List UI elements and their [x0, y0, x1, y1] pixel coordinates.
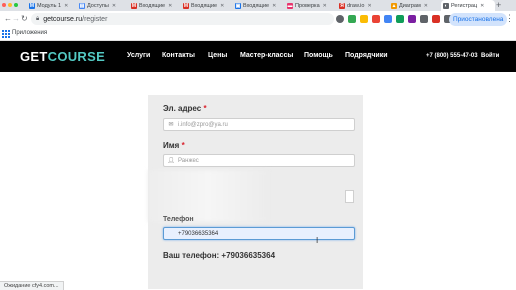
tab-label: Модуль 1	[37, 2, 62, 9]
logo-get: GET	[20, 49, 48, 64]
nav-masterclasses[interactable]: Мастер-классы	[240, 52, 293, 59]
tab-favicon-icon: M	[29, 2, 35, 9]
new-tab-icon[interactable]: +	[496, 0, 501, 11]
envelope-icon: ✉	[168, 122, 174, 128]
back-icon[interactable]: ←	[4, 14, 12, 24]
maximize-window-icon[interactable]	[14, 3, 18, 7]
tab-close-icon[interactable]: ✕	[112, 3, 116, 9]
logo-course: COURSE	[47, 49, 106, 64]
tab-label: Входящие	[139, 2, 166, 9]
tab-inbox-2[interactable]: M Входящие ✕	[183, 0, 233, 11]
profile-button[interactable]: Приостановлена	[449, 13, 508, 26]
getcourse-icon: ◐	[443, 2, 449, 9]
close-window-icon[interactable]	[2, 3, 6, 7]
required-mark: *	[181, 141, 185, 150]
name-label: Имя *	[163, 141, 185, 150]
extension-icon[interactable]	[348, 15, 356, 23]
drawio-icon: ▲	[391, 2, 397, 9]
tab-inbox-3[interactable]: ▣ Входящие ✕	[235, 0, 285, 11]
tab-module[interactable]: M Модуль 1 ✕	[29, 0, 76, 11]
extension-icon[interactable]	[372, 15, 380, 23]
blurred-region	[148, 170, 268, 222]
kebab-menu-icon[interactable]: ⋮	[505, 13, 514, 24]
gmail-icon: M	[183, 2, 189, 9]
obscured-field[interactable]	[345, 190, 354, 203]
tab-favicon-icon: ▤	[79, 2, 85, 9]
mail-icon: ▣	[235, 2, 241, 9]
tab-close-icon[interactable]: ✕	[424, 3, 428, 9]
tab-strip: M Модуль 1 ✕ ▤ Доступы ✕ M Входящие ✕ M …	[0, 0, 516, 11]
tab-drawio[interactable]: Я draw.io ✕	[339, 0, 389, 11]
tab-label: Входящие	[243, 2, 270, 9]
name-field[interactable]: 👤︎ Ранжес	[163, 154, 355, 167]
extension-icon[interactable]	[408, 15, 416, 23]
tab-close-icon[interactable]: ✕	[367, 3, 371, 9]
lock-icon: 🔒︎	[36, 15, 40, 22]
bookmarks-bar: Приложения	[0, 28, 516, 41]
nav-contractors[interactable]: Подрядчики	[345, 52, 388, 59]
site-header: GETCOURSE Услуги Контакты Цены Мастер-кл…	[0, 41, 516, 72]
tab-favicon-icon: ▬	[287, 2, 293, 9]
tab-close-icon[interactable]: ✕	[64, 3, 68, 9]
browser-toolbar: ← → ↻ 🔒︎ getcourse.ru/register Приостано…	[0, 11, 516, 28]
tab-label: Диаграм	[399, 2, 421, 9]
tab-label: draw.io	[347, 2, 365, 9]
tab-close-icon[interactable]: ✕	[480, 3, 484, 9]
tab-label: Входящие	[191, 2, 218, 9]
tab-label: Проверка	[295, 2, 320, 9]
gmail-icon: M	[131, 2, 137, 9]
extension-icon[interactable]	[396, 15, 404, 23]
required-mark: *	[203, 104, 207, 113]
email-placeholder: i.info@zpro@ya.ru	[178, 121, 228, 128]
tab-label: Доступы	[87, 2, 109, 9]
tab-check[interactable]: ▬ Проверка ✕	[287, 0, 337, 11]
login-link[interactable]: Войти	[481, 53, 499, 59]
text-cursor-icon: I	[316, 236, 319, 245]
name-placeholder: Ранжес	[178, 157, 199, 164]
minimize-window-icon[interactable]	[8, 3, 12, 7]
tab-close-icon[interactable]: ✕	[168, 3, 172, 9]
nav-services[interactable]: Услуги	[127, 52, 150, 59]
name-label-text: Имя	[163, 141, 180, 150]
url-path: /register	[82, 15, 108, 23]
star-icon[interactable]	[336, 15, 344, 23]
tab-access[interactable]: ▤ Доступы ✕	[79, 0, 127, 11]
tab-close-icon[interactable]: ✕	[272, 3, 276, 9]
extension-icon[interactable]	[360, 15, 368, 23]
phone-label: Телефон	[163, 216, 194, 223]
extensions	[336, 15, 464, 23]
email-field[interactable]: ✉ i.info@zpro@ya.ru	[163, 118, 355, 131]
extension-icon[interactable]	[432, 15, 440, 23]
puzzle-icon[interactable]	[420, 15, 428, 23]
tab-register[interactable]: ◐ Регистрац ✕	[441, 0, 495, 11]
tab-close-icon[interactable]: ✕	[220, 3, 224, 9]
window-controls[interactable]	[2, 3, 18, 7]
tab-diagram[interactable]: ▲ Диаграм ✕	[391, 0, 440, 11]
tab-inbox-1[interactable]: M Входящие ✕	[131, 0, 181, 11]
phone-field[interactable]: +79036635364	[163, 227, 355, 240]
nav-prices[interactable]: Цены	[208, 52, 227, 59]
nav-contacts[interactable]: Контакты	[162, 52, 195, 59]
tab-label: Регистрац	[451, 2, 478, 9]
apps-grid-icon[interactable]	[2, 30, 10, 38]
nav-help[interactable]: Помощь	[304, 52, 333, 59]
bookmark-apps[interactable]: Приложения	[12, 30, 47, 36]
phone-value: +79036635364	[178, 230, 219, 237]
reload-icon[interactable]: ↻	[21, 14, 28, 24]
email-label-text: Эл. адрес	[163, 104, 202, 113]
phone-number[interactable]: +7 (800) 555-47-03	[426, 53, 478, 59]
address-bar[interactable]: 🔒︎ getcourse.ru/register	[31, 13, 334, 25]
extension-icon[interactable]	[384, 15, 392, 23]
user-icon: 👤︎	[167, 158, 175, 164]
tab-close-icon[interactable]: ✕	[323, 3, 327, 9]
getcourse-logo[interactable]: GETCOURSE	[20, 49, 105, 64]
your-phone-text: Ваш телефон: +79036635364	[163, 251, 276, 260]
yandex-icon: Я	[339, 2, 345, 9]
email-label: Эл. адрес *	[163, 104, 207, 113]
forward-icon[interactable]: →	[12, 14, 20, 24]
url-host: getcourse.ru	[43, 15, 83, 23]
